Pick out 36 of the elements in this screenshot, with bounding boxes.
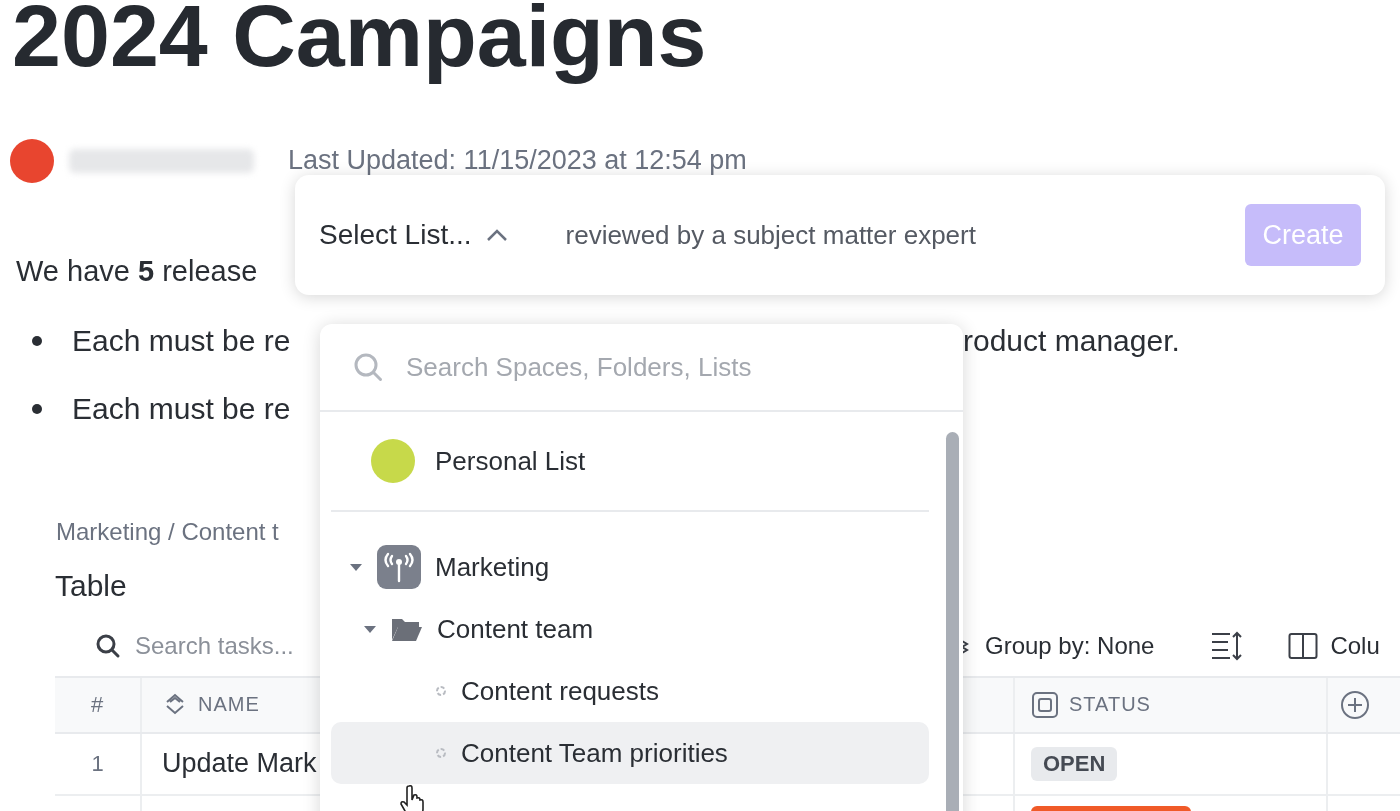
bullet-icon [32, 403, 42, 414]
sort-icon[interactable] [1210, 629, 1245, 662]
page-title: 2024 Campaigns [12, 0, 708, 85]
task-name[interactable]: Update Mark [162, 748, 317, 780]
add-column-icon[interactable] [1340, 689, 1370, 720]
columns-icon[interactable] [1288, 631, 1319, 660]
group-by-button[interactable]: Group by: None [985, 631, 1155, 660]
bullet-icon [32, 335, 42, 346]
columns-button[interactable]: Colu [1330, 631, 1380, 660]
column-header[interactable]: STATUS [1015, 677, 1328, 732]
antenna-icon [377, 545, 421, 589]
folder-item[interactable]: Content team [331, 598, 929, 660]
scrollbar[interactable] [946, 432, 959, 811]
status-badge[interactable]: OPEN [1031, 746, 1118, 781]
view-title: Table [55, 568, 127, 603]
list-item[interactable]: Personal List [331, 430, 929, 492]
chevron-up-icon [485, 228, 508, 242]
space-item[interactable]: Marketing [331, 536, 929, 598]
row-number: 1 [91, 750, 104, 777]
list-item[interactable]: Content requests [331, 660, 929, 722]
bullet-text: Each must be re [72, 391, 291, 426]
last-updated: Last Updated: 11/15/2023 at 12:54 pm [288, 145, 747, 177]
folder-icon [391, 616, 423, 642]
bullet-text: Each must be re [72, 323, 291, 358]
search-icon [352, 351, 384, 383]
list-status-icon [435, 685, 447, 697]
intro-text: We have 5 release [16, 253, 258, 289]
column-header: # [55, 677, 142, 732]
avatar [10, 138, 54, 183]
search-icon [95, 632, 121, 659]
status-column-icon [1031, 690, 1059, 719]
list-status-icon [435, 747, 447, 759]
avatar [371, 439, 415, 483]
list-item[interactable]: Content Team priorities [331, 722, 929, 784]
bullet-text: roduct manager. [963, 323, 1180, 358]
breadcrumb[interactable]: Marketing / Content t [56, 517, 279, 546]
